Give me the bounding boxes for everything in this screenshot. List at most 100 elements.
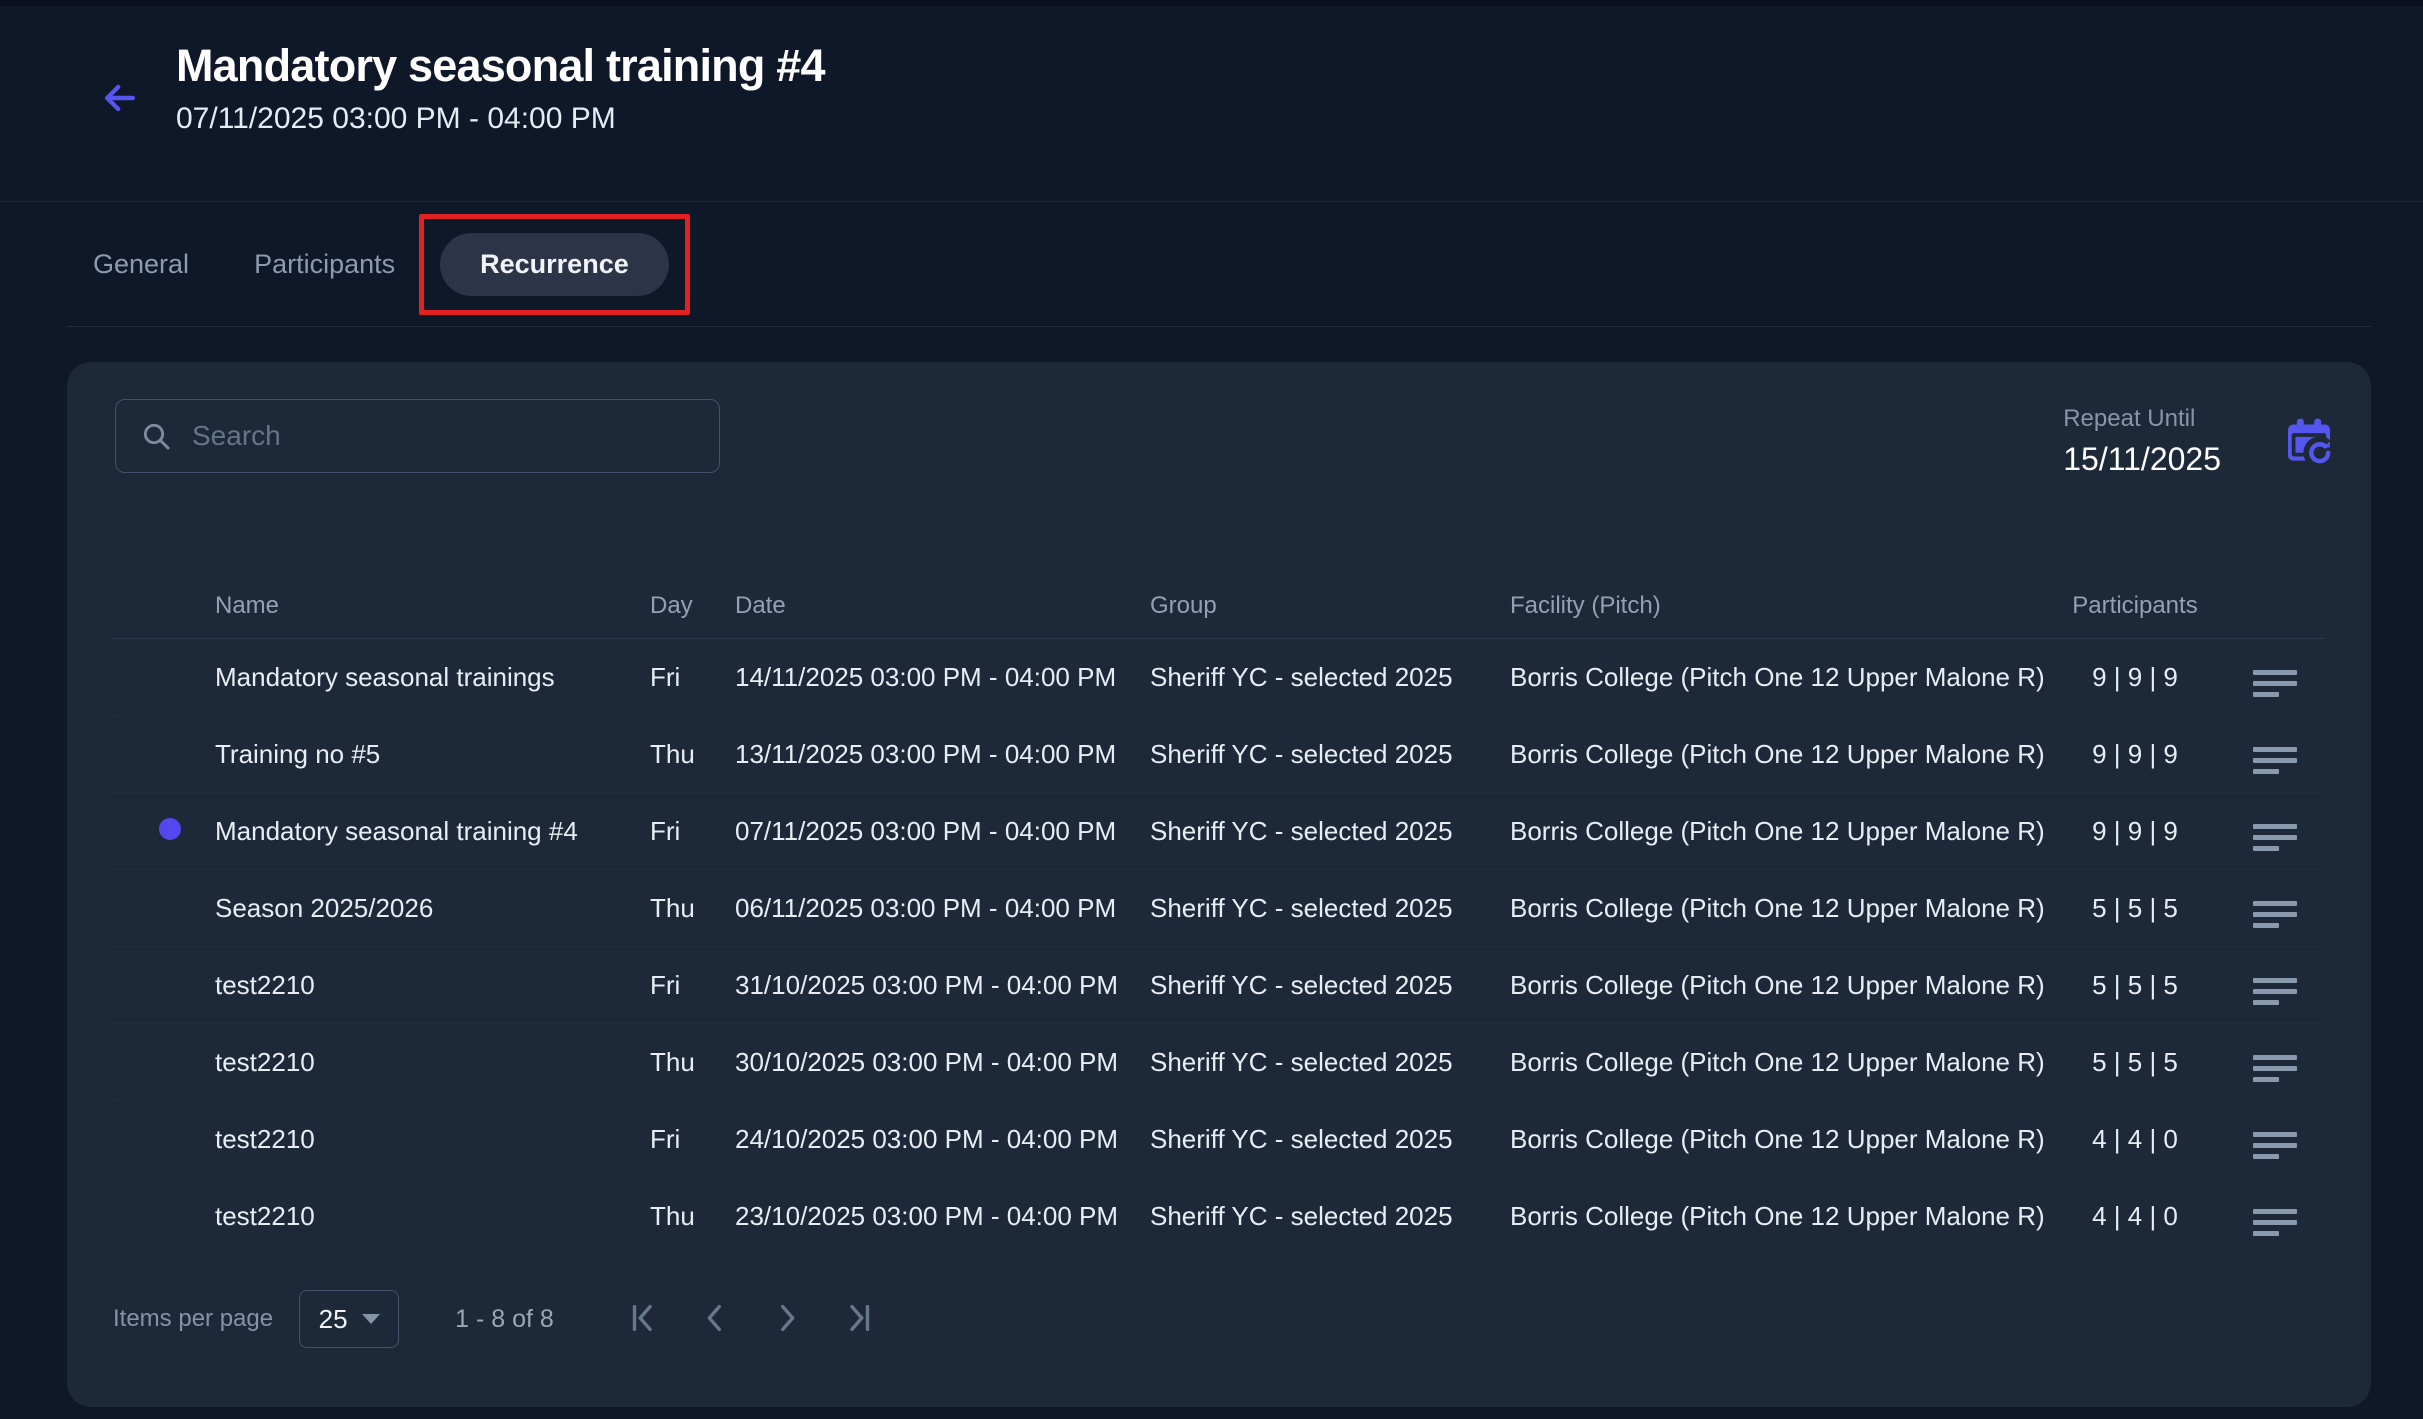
- cell-actions: [2247, 1113, 2325, 1165]
- arrow-left-icon: [98, 76, 142, 120]
- current-row-indicator-cell: [113, 1201, 215, 1232]
- cell-participants: 5 | 5 | 5: [2023, 1047, 2247, 1078]
- first-page-button[interactable]: [622, 1298, 664, 1340]
- cell-group: Sheriff YC - selected 2025: [1150, 893, 1510, 924]
- tab-general[interactable]: General: [93, 249, 189, 280]
- cell-facility: Borris College (Pitch One 12 Upper Malon…: [1510, 1047, 2023, 1078]
- row-menu-icon[interactable]: [2247, 972, 2303, 1011]
- column-header-date: Date: [735, 592, 1150, 620]
- repeat-until-value: 15/11/2025: [2063, 441, 2221, 478]
- cell-participants: 9 | 9 | 9: [2023, 739, 2247, 770]
- back-button[interactable]: [98, 76, 142, 120]
- table-body: Mandatory seasonal trainings Fri 14/11/2…: [113, 639, 2325, 1255]
- row-menu-icon[interactable]: [2247, 741, 2303, 780]
- edit-recurrence-button[interactable]: [2281, 414, 2337, 470]
- cell-facility: Borris College (Pitch One 12 Upper Malon…: [1510, 739, 2023, 770]
- table-row[interactable]: Training no #5 Thu 13/11/2025 03:00 PM -…: [113, 716, 2325, 793]
- previous-page-button[interactable]: [694, 1298, 736, 1340]
- table-header-row: Name Day Date Group Facility (Pitch) Par…: [113, 573, 2325, 639]
- items-per-page-label: Items per page: [113, 1305, 273, 1333]
- cell-name: test2210: [215, 1124, 650, 1155]
- column-header-participants: Participants: [2023, 592, 2247, 620]
- tab-participants[interactable]: Participants: [254, 249, 395, 280]
- cell-actions: [2247, 1190, 2325, 1242]
- cell-actions: [2247, 805, 2325, 857]
- row-menu-icon[interactable]: [2247, 1049, 2303, 1088]
- current-row-indicator-cell: [113, 1047, 215, 1078]
- cell-participants: 5 | 5 | 5: [2023, 970, 2247, 1001]
- current-row-indicator-cell: [113, 1124, 215, 1155]
- table-row[interactable]: test2210 Fri 31/10/2025 03:00 PM - 04:00…: [113, 947, 2325, 1024]
- cell-group: Sheriff YC - selected 2025: [1150, 1201, 1510, 1232]
- recurrence-panel: Repeat Until 15/11/2025 Name: [67, 362, 2371, 1407]
- cell-group: Sheriff YC - selected 2025: [1150, 739, 1510, 770]
- cell-facility: Borris College (Pitch One 12 Upper Malon…: [1510, 1124, 2023, 1155]
- cell-day: Fri: [650, 970, 735, 1001]
- cell-actions: [2247, 882, 2325, 934]
- column-header-group: Group: [1150, 592, 1510, 620]
- cell-name: test2210: [215, 1047, 650, 1078]
- table-row[interactable]: test2210 Thu 30/10/2025 03:00 PM - 04:00…: [113, 1024, 2325, 1101]
- page-range-label: 1 - 8 of 8: [455, 1305, 554, 1334]
- cell-actions: [2247, 728, 2325, 780]
- cell-group: Sheriff YC - selected 2025: [1150, 1124, 1510, 1155]
- tab-recurrence[interactable]: Recurrence: [440, 233, 669, 296]
- current-row-indicator-cell: [113, 970, 215, 1001]
- cell-participants: 9 | 9 | 9: [2023, 816, 2247, 847]
- row-menu-icon[interactable]: [2247, 1203, 2303, 1242]
- cell-day: Thu: [650, 1047, 735, 1078]
- cell-day: Fri: [650, 662, 735, 693]
- next-page-button[interactable]: [766, 1298, 808, 1340]
- cell-date: 06/11/2025 03:00 PM - 04:00 PM: [735, 893, 1150, 924]
- chevron-right-icon: [770, 1301, 804, 1335]
- cell-day: Fri: [650, 816, 735, 847]
- cell-facility: Borris College (Pitch One 12 Upper Malon…: [1510, 662, 2023, 693]
- current-row-indicator-cell: [113, 816, 215, 847]
- repeat-until-block: Repeat Until 15/11/2025: [2063, 405, 2221, 478]
- last-page-button[interactable]: [838, 1298, 880, 1340]
- cell-name: Training no #5: [215, 739, 650, 770]
- page-title: Mandatory seasonal training #4: [176, 40, 825, 92]
- row-menu-icon[interactable]: [2247, 818, 2303, 857]
- current-row-indicator: [159, 818, 181, 840]
- row-menu-icon[interactable]: [2247, 1126, 2303, 1165]
- paginator: Items per page 25 1 - 8 of 8: [67, 1283, 2371, 1355]
- table-row[interactable]: Mandatory seasonal trainings Fri 14/11/2…: [113, 639, 2325, 716]
- cell-facility: Borris College (Pitch One 12 Upper Malon…: [1510, 816, 2023, 847]
- cell-facility: Borris College (Pitch One 12 Upper Malon…: [1510, 1201, 2023, 1232]
- column-header-day: Day: [650, 592, 735, 620]
- row-menu-icon[interactable]: [2247, 664, 2303, 703]
- cell-day: Thu: [650, 1201, 735, 1232]
- cell-participants: 9 | 9 | 9: [2023, 662, 2247, 693]
- table-row[interactable]: test2210 Thu 23/10/2025 03:00 PM - 04:00…: [113, 1178, 2325, 1255]
- cell-actions: [2247, 959, 2325, 1011]
- current-row-indicator-cell: [113, 893, 215, 924]
- column-header-name: Name: [215, 592, 650, 620]
- cell-day: Thu: [650, 893, 735, 924]
- cell-participants: 4 | 4 | 0: [2023, 1201, 2247, 1232]
- cell-name: Mandatory seasonal training #4: [215, 816, 650, 847]
- cell-group: Sheriff YC - selected 2025: [1150, 970, 1510, 1001]
- search-input[interactable]: [192, 420, 695, 452]
- items-per-page-select[interactable]: 25: [299, 1290, 399, 1348]
- table-row[interactable]: test2210 Fri 24/10/2025 03:00 PM - 04:00…: [113, 1101, 2325, 1178]
- cell-participants: 4 | 4 | 0: [2023, 1124, 2247, 1155]
- search-box[interactable]: [115, 399, 720, 473]
- cell-date: 13/11/2025 03:00 PM - 04:00 PM: [735, 739, 1150, 770]
- search-icon: [140, 420, 172, 452]
- row-menu-icon[interactable]: [2247, 895, 2303, 934]
- current-row-indicator-cell: [113, 662, 215, 693]
- calendar-repeat-icon: [2281, 414, 2337, 470]
- dropdown-arrow-icon: [362, 1314, 380, 1324]
- chevron-left-icon: [698, 1301, 732, 1335]
- table-row[interactable]: Mandatory seasonal training #4 Fri 07/11…: [113, 793, 2325, 870]
- table-row[interactable]: Season 2025/2026 Thu 06/11/2025 03:00 PM…: [113, 870, 2325, 947]
- recurrence-table: Name Day Date Group Facility (Pitch) Par…: [113, 573, 2325, 1255]
- cell-date: 14/11/2025 03:00 PM - 04:00 PM: [735, 662, 1150, 693]
- cell-group: Sheriff YC - selected 2025: [1150, 1047, 1510, 1078]
- page-subtitle: 07/11/2025 03:00 PM - 04:00 PM: [176, 102, 825, 136]
- cell-name: Season 2025/2026: [215, 893, 650, 924]
- cell-day: Thu: [650, 739, 735, 770]
- cell-group: Sheriff YC - selected 2025: [1150, 816, 1510, 847]
- cell-facility: Borris College (Pitch One 12 Upper Malon…: [1510, 970, 2023, 1001]
